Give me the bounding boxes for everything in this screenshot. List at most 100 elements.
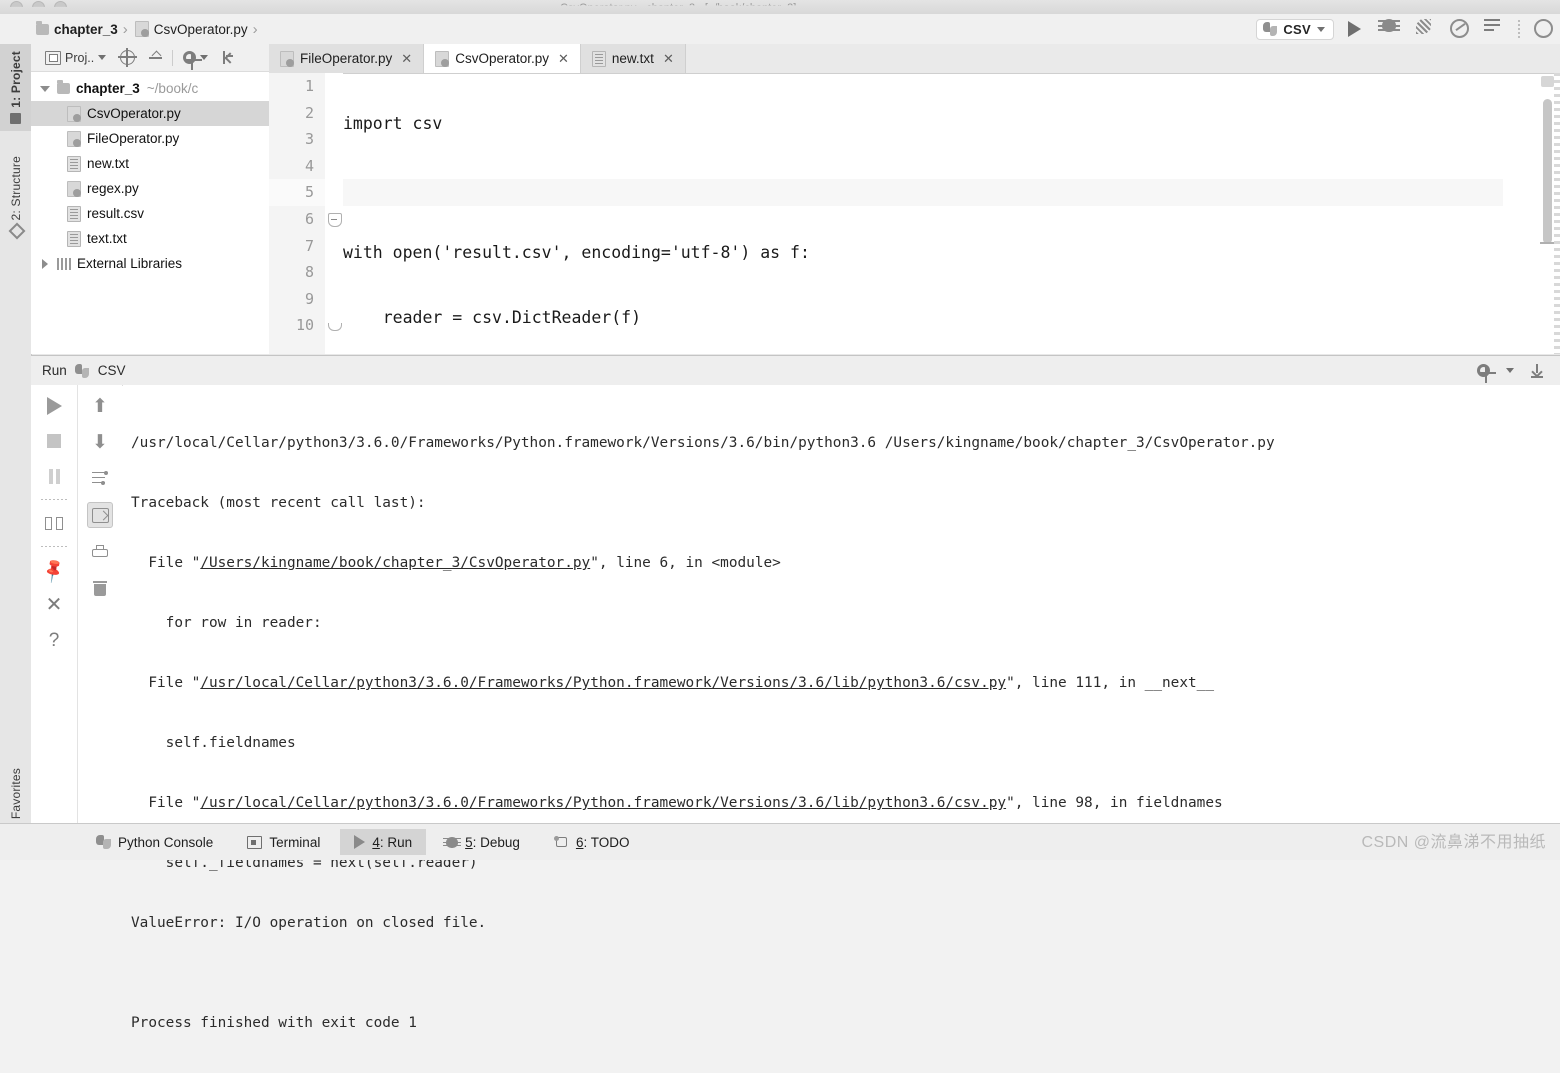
maximize-window-button[interactable]	[54, 1, 67, 7]
pin-tab-button[interactable]: 📌	[40, 556, 68, 584]
tab-csvoperator[interactable]: CsvOperator.py ✕	[424, 44, 581, 73]
text-file-icon	[591, 50, 606, 67]
tree-item-external-libraries[interactable]: External Libraries	[31, 251, 269, 276]
tree-item-label: FileOperator.py	[87, 131, 180, 146]
run-configuration-label: CSV	[1283, 21, 1311, 37]
print-button[interactable]	[88, 540, 112, 564]
line-number: 1	[304, 77, 314, 95]
coverage-button[interactable]	[1416, 19, 1436, 39]
sidebar-item-structure[interactable]: 2: Structure	[0, 149, 31, 245]
folder-icon	[36, 20, 49, 35]
expand-toggle[interactable]	[37, 85, 53, 92]
tree-item-resultcsv[interactable]: result.csv	[31, 201, 269, 226]
close-window-button[interactable]	[10, 1, 23, 7]
line-number: 6	[304, 209, 314, 228]
window-traffic-lights[interactable]	[10, 1, 67, 14]
settings-gear-icon[interactable]	[1477, 364, 1496, 383]
status-item-debug[interactable]: 5: Debug	[432, 829, 534, 855]
tree-item-label: text.txt	[87, 231, 127, 246]
tab-fileoperator[interactable]: FileOperator.py ✕	[269, 44, 425, 73]
status-item-terminal[interactable]: Terminal	[233, 829, 334, 855]
close-icon[interactable]: ✕	[558, 51, 569, 67]
scroll-up-button[interactable]: ⬆	[88, 394, 112, 418]
breadcrumb-item-project[interactable]: chapter_3	[36, 20, 118, 37]
breadcrumb-item-file[interactable]: CsvOperator.py	[134, 21, 248, 37]
debug-button[interactable]	[1378, 19, 1402, 39]
tree-item-chapter3[interactable]: chapter_3 ~/book/c	[31, 76, 269, 101]
tree-item-path: ~/book/c	[146, 81, 199, 96]
tree-item-regex[interactable]: regex.py	[31, 176, 269, 201]
status-item-python-console[interactable]: Python Console	[82, 829, 227, 855]
clear-all-button[interactable]	[88, 576, 112, 600]
tree-item-newtxt[interactable]: new.txt	[31, 151, 269, 176]
restore-layout-button[interactable]	[42, 511, 66, 535]
locate-file-button[interactable]	[113, 44, 142, 72]
line-number: 3	[304, 130, 314, 149]
close-panel-button[interactable]: ✕	[42, 593, 66, 617]
status-item-label: Python Console	[118, 834, 214, 850]
project-view-selector[interactable]: Proj..	[38, 44, 113, 72]
line-number-gutter: 1 2 3 4 5 6 7 8 9 10	[269, 73, 326, 354]
stop-button[interactable]	[42, 429, 66, 453]
watermark: CSDN @流鼻涕不用抽纸	[1361, 834, 1546, 851]
export-icon[interactable]	[1530, 363, 1544, 378]
rerun-button[interactable]	[42, 394, 66, 418]
python-file-icon	[67, 105, 81, 122]
line-number: 7	[304, 236, 314, 255]
status-item-mnemonic: 5	[465, 834, 473, 850]
traceback-file-link[interactable]: /Users/kingname/book/chapter_3/CsvOperat…	[200, 555, 590, 571]
status-item-todo[interactable]: 6: TODO	[540, 829, 644, 855]
close-icon[interactable]: ✕	[401, 51, 412, 67]
pause-button[interactable]	[42, 464, 66, 488]
minimize-window-button[interactable]	[32, 1, 45, 7]
project-view-label: Proj..	[65, 50, 95, 65]
help-button[interactable]: ?	[42, 628, 66, 652]
run-panel-header-actions	[1477, 363, 1560, 383]
run-configuration-selector[interactable]: CSV	[1256, 18, 1334, 40]
expand-toggle[interactable]	[37, 258, 53, 269]
status-bar: Python Console Terminal 4: Run 5: Debug …	[0, 823, 1560, 860]
project-settings-button[interactable]	[176, 44, 215, 72]
sidebar-item-project[interactable]: 1: Project	[0, 44, 31, 131]
run-panel-title: Run	[42, 363, 67, 378]
tree-item-texttxt[interactable]: text.txt	[31, 226, 269, 251]
toolbar-divider	[41, 546, 67, 547]
debug-icon	[1378, 19, 1400, 32]
console-output[interactable]: /usr/local/Cellar/python3/3.6.0/Framewor…	[123, 385, 1560, 1031]
python-console-icon	[96, 835, 111, 849]
libraries-icon	[57, 257, 71, 270]
chevron-down-icon	[1317, 26, 1325, 32]
tree-item-label: External Libraries	[77, 256, 183, 271]
console-exit-line: Process finished with exit code 1	[131, 1015, 417, 1031]
search-button[interactable]	[1534, 19, 1554, 39]
tree-item-label: regex.py	[87, 181, 139, 196]
breadcrumb-project-label: chapter_3	[54, 21, 118, 37]
run-button[interactable]	[1348, 19, 1368, 39]
fold-collapse-icon[interactable]	[328, 213, 342, 227]
rerun-icon	[46, 397, 62, 415]
filter-button[interactable]	[88, 466, 112, 490]
tree-item-csvoperator[interactable]: CsvOperator.py	[31, 101, 269, 126]
editor-scrollbar[interactable]	[1540, 82, 1555, 344]
attach-button[interactable]	[1484, 19, 1504, 39]
close-icon[interactable]: ✕	[663, 51, 674, 67]
traceback-file-link[interactable]: /usr/local/Cellar/python3/3.6.0/Framewor…	[200, 675, 1006, 691]
profile-button[interactable]	[1450, 19, 1470, 39]
code-content[interactable]: import csv with open('result.csv', encod…	[343, 73, 1503, 714]
run-panel: Run CSV 📌 ✕ ? ⬆ ⬇ /usr/local/Cellar/pyth…	[31, 355, 1560, 1031]
python-file-icon	[67, 180, 81, 197]
tab-newtxt[interactable]: new.txt ✕	[580, 44, 686, 73]
collapse-all-button[interactable]	[142, 44, 169, 72]
tree-item-label: new.txt	[87, 156, 130, 171]
status-item-run[interactable]: 4: Run	[340, 829, 427, 855]
console-line-with-link: File "/usr/local/Cellar/python3/3.6.0/Fr…	[131, 675, 1214, 691]
hide-panel-button[interactable]	[215, 44, 242, 72]
line-number: 2	[304, 103, 314, 122]
traceback-file-link[interactable]: /usr/local/Cellar/python3/3.6.0/Framewor…	[200, 795, 1006, 811]
tree-item-fileoperator[interactable]: FileOperator.py	[31, 126, 269, 151]
chevron-down-icon[interactable]	[1506, 368, 1514, 373]
line-number: 4	[304, 156, 314, 175]
soft-wrap-button[interactable]	[87, 502, 113, 528]
scrollbar-thumb[interactable]	[1543, 99, 1552, 244]
scroll-down-button[interactable]: ⬇	[88, 430, 112, 454]
